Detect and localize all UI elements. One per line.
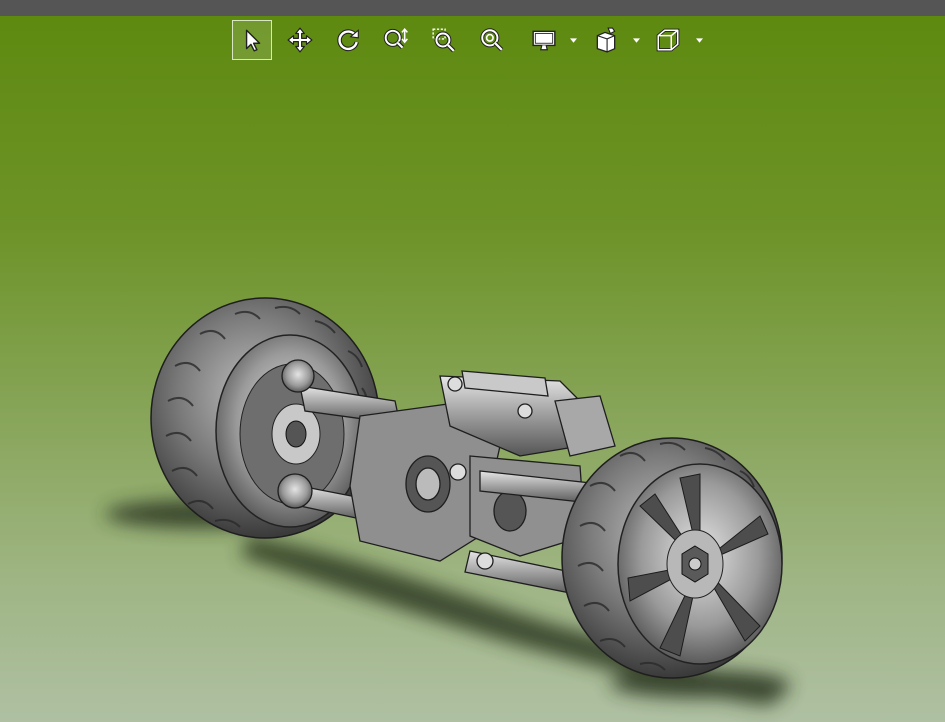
view-orientation-dropdown[interactable]	[695, 36, 703, 44]
display-style-button[interactable]	[524, 20, 564, 60]
pan-tool-button[interactable]	[280, 20, 320, 60]
pan-icon	[287, 27, 313, 53]
rotate-tool-button[interactable]	[328, 20, 368, 60]
cad-model-render[interactable]	[0, 16, 945, 722]
zoom-to-fit-icon	[480, 28, 504, 52]
right-wheel	[561, 437, 783, 679]
caret-down-icon	[632, 37, 640, 43]
zoom-in-out-button[interactable]	[376, 20, 416, 60]
display-style-icon	[532, 30, 556, 51]
view-orientation-button[interactable]	[648, 20, 688, 60]
view-toolbar	[232, 20, 712, 60]
view-settings-icon	[596, 27, 616, 53]
select-tool-button[interactable]	[232, 20, 272, 60]
window-title-bar	[0, 0, 945, 16]
view-settings-button[interactable]	[586, 20, 626, 60]
zoom-to-area-icon	[432, 28, 456, 53]
caret-down-icon	[569, 37, 577, 43]
zoom-to-fit-button[interactable]	[472, 20, 512, 60]
zoom-to-area-button[interactable]	[424, 20, 464, 60]
view-settings-dropdown[interactable]	[632, 36, 640, 44]
display-style-dropdown[interactable]	[569, 36, 577, 44]
view-orientation-cube-icon	[656, 28, 680, 52]
caret-down-icon	[695, 37, 703, 43]
3d-viewport[interactable]	[0, 16, 945, 722]
zoom-in-out-icon	[383, 27, 408, 50]
select-arrow-icon	[245, 29, 261, 52]
rotate-icon	[337, 29, 359, 52]
